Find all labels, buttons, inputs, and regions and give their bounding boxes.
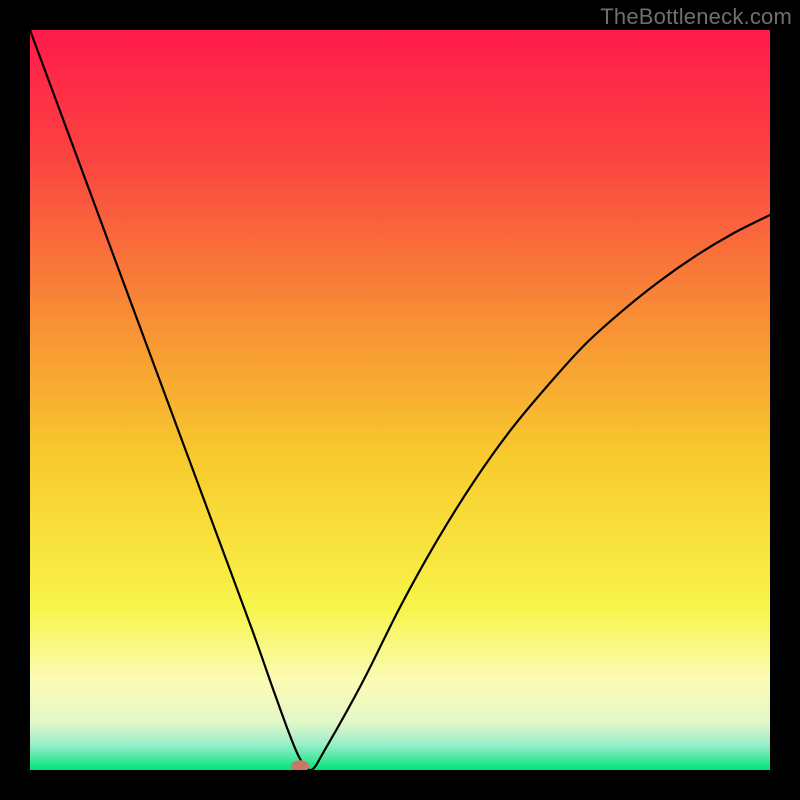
- watermark-text: TheBottleneck.com: [600, 4, 792, 30]
- bottleneck-chart: [30, 30, 770, 770]
- chart-frame: TheBottleneck.com: [0, 0, 800, 800]
- plot-area: [30, 30, 770, 770]
- gradient-background: [30, 30, 770, 770]
